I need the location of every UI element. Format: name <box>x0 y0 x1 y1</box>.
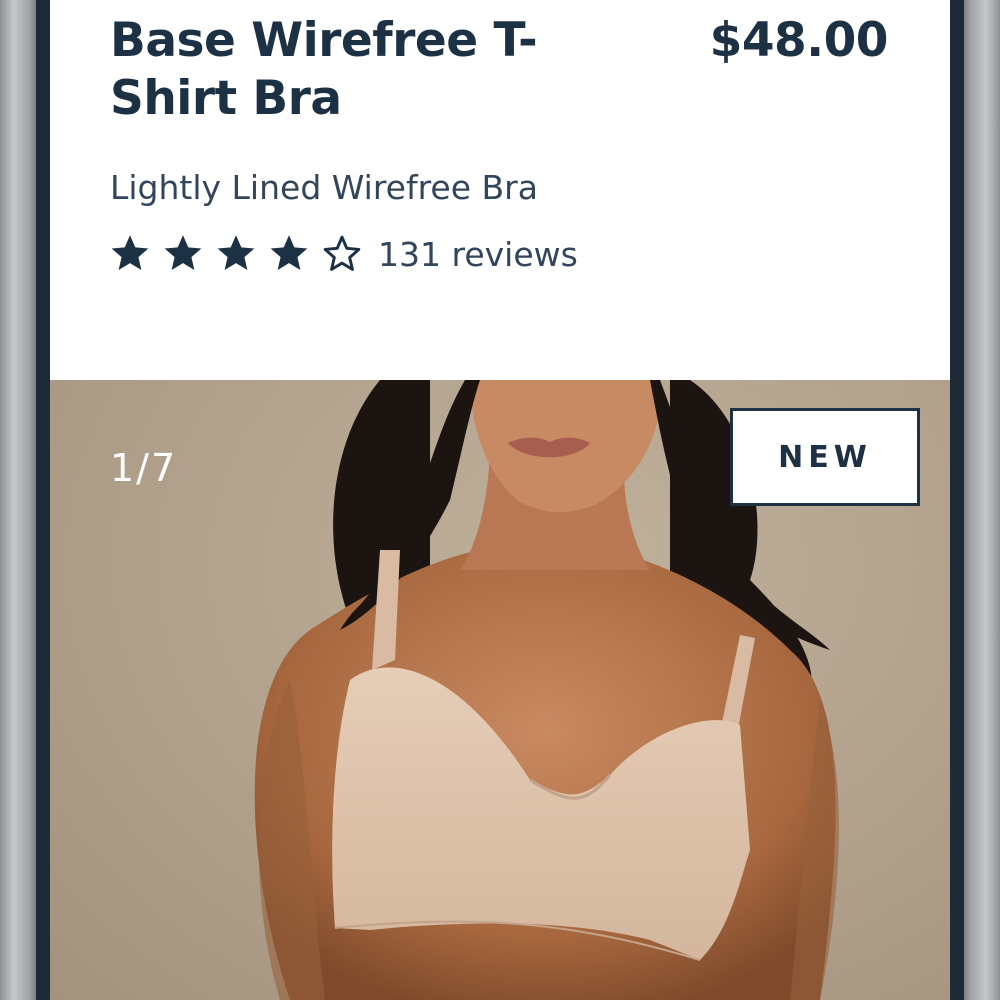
product-info-panel: Base Wirefree T-Shirt Bra $48.00 Lightly… <box>50 0 950 380</box>
star-filled-icon <box>270 235 308 270</box>
product-subtitle: Lightly Lined Wirefree Bra <box>110 168 538 207</box>
image-counter: 1/7 <box>110 446 178 490</box>
product-title: Base Wirefree T-Shirt Bra <box>110 13 538 126</box>
star-outline-icon <box>323 235 361 271</box>
reviews-link[interactable]: 131 reviews <box>378 235 578 274</box>
product-price: $48.00 <box>709 13 889 68</box>
star-filled-icon <box>111 235 149 270</box>
star-filled-icon <box>164 235 202 270</box>
screenshot-frame: Base Wirefree T-Shirt Bra $48.00 Lightly… <box>0 0 1000 1000</box>
product-page: Base Wirefree T-Shirt Bra $48.00 Lightly… <box>50 0 950 1000</box>
product-image-carousel[interactable]: 1/7 NEW <box>50 380 950 1000</box>
new-badge: NEW <box>730 408 920 506</box>
star-filled-icon <box>217 235 255 270</box>
star-rating[interactable]: 131 reviews <box>108 232 578 276</box>
